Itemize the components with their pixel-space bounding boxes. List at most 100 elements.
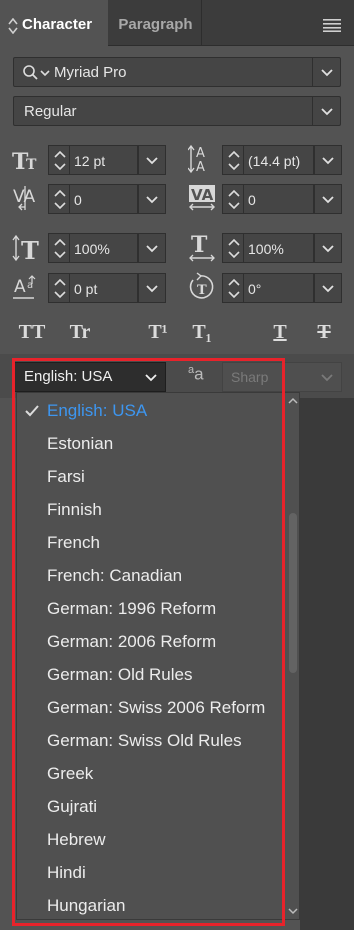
vertical-scale-icon: T: [12, 234, 39, 262]
language-option-german-2006-reform[interactable]: German: 2006 Reform: [17, 625, 287, 658]
language-option-french-canadian[interactable]: French: Canadian: [17, 559, 287, 592]
language-option-farsi[interactable]: Farsi: [17, 460, 287, 493]
svg-text:A: A: [14, 277, 26, 297]
font-search-icon[interactable]: [22, 65, 52, 81]
character-panel: Character Paragraph Myriad Pro Regular T…: [0, 0, 354, 930]
leading-icon: A A: [188, 144, 205, 174]
language-option-hindi[interactable]: Hindi: [17, 856, 287, 889]
strikethrough-button[interactable]: T: [310, 318, 338, 346]
horizontal-scale-dropdown-arrow[interactable]: [314, 233, 342, 263]
anti-aliasing-dropdown[interactable]: Sharp: [222, 362, 342, 392]
panel-menu-icon[interactable]: [323, 18, 341, 32]
tab-paragraph[interactable]: Paragraph: [110, 0, 202, 46]
svg-text:A: A: [196, 146, 205, 161]
font-size-dropdown-arrow[interactable]: [138, 145, 166, 175]
chevron-down-icon: [146, 245, 158, 253]
horizontal-scale-input[interactable]: 100%: [244, 233, 314, 263]
language-option-german-old-rules[interactable]: German: Old Rules: [17, 658, 287, 691]
character-rotation-icon: T: [189, 272, 214, 299]
tracking-icon: VA: [189, 185, 215, 211]
font-style-arrow[interactable]: [312, 97, 340, 125]
svg-text:T: T: [26, 157, 37, 172]
panel-tab-bar: Character Paragraph: [0, 0, 354, 46]
chevron-down-icon: [322, 285, 334, 293]
baseline-shift-stepper[interactable]: [48, 273, 70, 303]
chevron-down-icon: [321, 374, 333, 382]
kerning-stepper[interactable]: [48, 184, 70, 214]
svg-text:VA: VA: [13, 187, 36, 207]
tracking-input[interactable]: 0: [244, 184, 314, 214]
leading-input[interactable]: (14.4 pt): [244, 145, 314, 175]
language-option-greek[interactable]: Greek: [17, 757, 287, 790]
leading-dropdown-arrow[interactable]: [314, 145, 342, 175]
chevron-down-icon: [146, 196, 158, 204]
scroll-down-icon[interactable]: [288, 907, 298, 915]
anti-aliasing-icon: aa: [188, 364, 204, 384]
language-option-hebrew[interactable]: Hebrew: [17, 823, 287, 856]
language-option-finnish[interactable]: Finnish: [17, 493, 287, 526]
language-list-scrollbar[interactable]: [285, 393, 301, 919]
svg-text:T: T: [197, 283, 207, 298]
kerning-dropdown-arrow[interactable]: [138, 184, 166, 214]
rotation-dropdown-arrow[interactable]: [314, 273, 342, 303]
vertical-scale-dropdown-arrow[interactable]: [138, 233, 166, 263]
chevron-down-icon: [54, 163, 66, 171]
font-style-dropdown[interactable]: Regular: [13, 96, 341, 126]
chevron-down-icon: [321, 108, 333, 116]
chevron-down-icon: [54, 291, 66, 299]
chevron-down-icon: [228, 251, 240, 259]
vertical-scale-input[interactable]: 100%: [70, 233, 138, 263]
scroll-up-icon[interactable]: [288, 397, 298, 405]
font-family-dropdown[interactable]: Myriad Pro: [13, 57, 341, 87]
rotation-input[interactable]: 0°: [244, 273, 314, 303]
font-size-input[interactable]: 12 pt: [70, 145, 138, 175]
chevron-down-icon: [146, 285, 158, 293]
chevron-down-icon: [322, 245, 334, 253]
chevron-up-icon: [54, 238, 66, 246]
kerning-input[interactable]: 0: [70, 184, 138, 214]
language-option-estonian[interactable]: Estonian: [17, 427, 287, 460]
chevron-down-icon: [322, 196, 334, 204]
baseline-shift-dropdown-arrow[interactable]: [138, 273, 166, 303]
baseline-shift-input[interactable]: 0 pt: [70, 273, 138, 303]
chevron-down-icon: [322, 157, 334, 165]
language-option-gujrati[interactable]: Gujrati: [17, 790, 287, 823]
kerning-icon: VA: [13, 186, 36, 211]
tab-paragraph-label: Paragraph: [118, 16, 193, 33]
leading-stepper[interactable]: [222, 145, 244, 175]
svg-text:T: T: [191, 232, 208, 258]
language-dropdown[interactable]: English: USA: [14, 362, 166, 392]
svg-text:VA: VA: [191, 186, 214, 204]
language-option-german-swiss-2006-reform[interactable]: German: Swiss 2006 Reform: [17, 691, 287, 724]
rotation-stepper[interactable]: [222, 273, 244, 303]
font-family-arrow[interactable]: [312, 58, 340, 86]
all-caps-button[interactable]: TT: [14, 318, 50, 346]
horizontal-scale-icon: T: [189, 232, 215, 262]
chevron-up-icon: [54, 278, 66, 286]
subscript-button[interactable]: T₁: [186, 318, 218, 346]
chevron-up-icon: [54, 150, 66, 158]
language-option-english-usa[interactable]: English: USA: [17, 394, 287, 427]
vertical-scale-stepper[interactable]: [48, 233, 70, 263]
tab-character[interactable]: Character: [0, 0, 108, 46]
chevron-down-icon: [228, 163, 240, 171]
tracking-stepper[interactable]: [222, 184, 244, 214]
collapse-toggle-icon[interactable]: [8, 18, 18, 34]
chevron-down-icon: [54, 202, 66, 210]
language-option-hungarian[interactable]: Hungarian: [17, 889, 287, 922]
scrollbar-thumb[interactable]: [289, 513, 297, 673]
small-caps-button[interactable]: Tr: [62, 318, 98, 346]
baseline-shift-icon: A a: [13, 275, 36, 299]
svg-text:A: A: [196, 160, 205, 174]
chevron-down-icon: [228, 202, 240, 210]
superscript-button[interactable]: T¹: [142, 318, 174, 346]
font-size-stepper[interactable]: [48, 145, 70, 175]
tracking-dropdown-arrow[interactable]: [314, 184, 342, 214]
language-option-german-swiss-old-rules[interactable]: German: Swiss Old Rules: [17, 724, 287, 757]
language-option-french[interactable]: French: [17, 526, 287, 559]
anti-aliasing-value: Sharp: [231, 369, 269, 385]
language-option-german-1996-reform[interactable]: German: 1996 Reform: [17, 592, 287, 625]
horizontal-scale-stepper[interactable]: [222, 233, 244, 263]
font-style-value: Regular: [24, 103, 77, 120]
underline-button[interactable]: T: [266, 318, 294, 346]
